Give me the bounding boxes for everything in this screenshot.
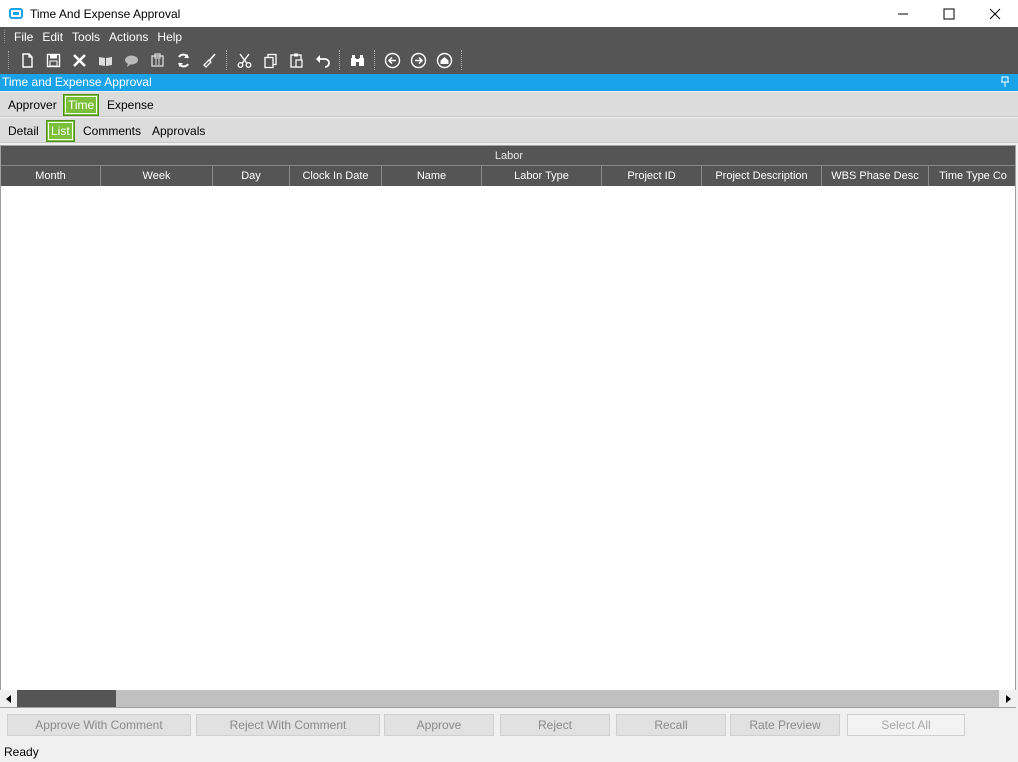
- maximize-icon: [943, 8, 955, 19]
- tab-approver[interactable]: Approver: [8, 96, 57, 115]
- refresh-icon: [177, 53, 189, 67]
- triangle-left-icon: [5, 694, 11, 703]
- toolbar-separator: [339, 50, 340, 70]
- minimize-button[interactable]: [880, 0, 926, 27]
- scroll-right-button[interactable]: [999, 690, 1016, 707]
- toolbar-separator: [374, 50, 375, 70]
- toolbar-separator: [226, 50, 227, 70]
- panel-title: Time and Expense Approval: [2, 75, 152, 89]
- main-tab-bar: Approver Time Expense: [0, 92, 1018, 117]
- menu-actions[interactable]: Actions: [109, 30, 148, 44]
- tab-detail[interactable]: Detail: [8, 122, 39, 141]
- close-button[interactable]: [972, 0, 1018, 27]
- column-header-wbs-phase-desc[interactable]: WBS Phase Desc: [822, 166, 929, 186]
- minimize-icon: [898, 13, 908, 14]
- clear-button[interactable]: [196, 48, 222, 72]
- scroll-left-button[interactable]: [0, 690, 17, 707]
- column-header-month[interactable]: Month: [1, 166, 101, 186]
- column-header-week[interactable]: Week: [101, 166, 213, 186]
- pin-icon[interactable]: [1000, 76, 1010, 88]
- tab-approvals[interactable]: Approvals: [152, 122, 205, 141]
- scrollbar-thumb[interactable]: [17, 690, 116, 707]
- reject-with-comment-button[interactable]: Reject With Comment: [196, 714, 380, 736]
- speech-bubble-icon: [124, 55, 138, 67]
- cut-button[interactable]: [231, 48, 257, 72]
- undo-icon: [315, 54, 330, 68]
- delete-x-icon: [72, 53, 86, 67]
- arrow-right-circle-icon: [410, 52, 426, 68]
- column-header-labor-type[interactable]: Labor Type: [482, 166, 602, 186]
- arrow-left-circle-icon: [384, 52, 400, 68]
- column-header-day[interactable]: Day: [213, 166, 290, 186]
- save-button[interactable]: [40, 48, 66, 72]
- new-button[interactable]: [14, 48, 40, 72]
- triangle-right-icon: [1005, 694, 1011, 703]
- menu-edit[interactable]: Edit: [42, 30, 63, 44]
- recall-button[interactable]: Recall: [616, 714, 726, 736]
- search-button[interactable]: [344, 48, 370, 72]
- menu-bar: File Edit Tools Actions Help: [0, 27, 1018, 46]
- book-icon: [98, 56, 112, 66]
- delete-button[interactable]: [66, 48, 92, 72]
- undo-button[interactable]: [309, 48, 335, 72]
- approve-button[interactable]: Approve: [384, 714, 494, 736]
- column-header-project-description[interactable]: Project Description: [702, 166, 822, 186]
- menu-tools[interactable]: Tools: [72, 30, 100, 44]
- labor-grid[interactable]: Labor Month Week Day Clock In Date Name …: [0, 145, 1016, 708]
- tab-expense[interactable]: Expense: [107, 96, 154, 115]
- scissors-icon: [237, 53, 251, 68]
- attachment-button[interactable]: [144, 48, 170, 72]
- grid-band-header: Labor: [1, 146, 1015, 166]
- home-icon: [436, 52, 452, 68]
- comment-button[interactable]: [118, 48, 144, 72]
- refresh-button[interactable]: [170, 48, 196, 72]
- toolbar-separator: [461, 50, 462, 70]
- menu-grip: [4, 30, 6, 43]
- binoculars-icon: [350, 54, 364, 66]
- toolbar: [0, 46, 1018, 74]
- title-bar: Time And Expense Approval: [0, 0, 1018, 27]
- copy-icon: [263, 53, 277, 68]
- status-bar: Ready: [0, 743, 1018, 762]
- paste-icon: [289, 53, 303, 68]
- tab-time[interactable]: Time: [63, 94, 100, 116]
- select-all-button[interactable]: Select All: [847, 714, 965, 736]
- column-header-project-id[interactable]: Project ID: [602, 166, 702, 186]
- new-document-icon: [21, 52, 33, 68]
- horizontal-scrollbar[interactable]: [0, 690, 1016, 707]
- tab-list[interactable]: List: [46, 120, 75, 142]
- home-button[interactable]: [431, 48, 457, 72]
- sub-tab-bar: Detail List Comments Approvals: [0, 118, 1018, 143]
- back-button[interactable]: [379, 48, 405, 72]
- paste-button[interactable]: [283, 48, 309, 72]
- window-controls: [880, 0, 1018, 27]
- status-text: Ready: [4, 745, 39, 759]
- toolbar-grip: [8, 51, 10, 69]
- tab-comments[interactable]: Comments: [83, 122, 141, 141]
- column-header-clock-in-date[interactable]: Clock In Date: [290, 166, 382, 186]
- attachment-icon: [150, 52, 164, 67]
- approve-with-comment-button[interactable]: Approve With Comment: [7, 714, 191, 736]
- menu-file[interactable]: File: [14, 30, 33, 44]
- save-icon: [46, 53, 60, 67]
- action-bar: Approve With Comment Reject With Comment…: [0, 709, 1018, 741]
- maximize-button[interactable]: [926, 0, 972, 27]
- broom-icon: [202, 52, 216, 68]
- app-icon: [9, 8, 23, 19]
- close-icon: [989, 8, 1001, 19]
- menu-help[interactable]: Help: [157, 30, 182, 44]
- open-book-button[interactable]: [92, 48, 118, 72]
- column-header-name[interactable]: Name: [382, 166, 482, 186]
- panel-header: Time and Expense Approval: [0, 74, 1018, 91]
- rate-preview-button[interactable]: Rate Preview: [730, 714, 840, 736]
- reject-button[interactable]: Reject: [500, 714, 610, 736]
- window-title: Time And Expense Approval: [30, 6, 181, 21]
- copy-button[interactable]: [257, 48, 283, 72]
- forward-button[interactable]: [405, 48, 431, 72]
- column-header-time-type-code[interactable]: Time Type Co: [929, 166, 1015, 186]
